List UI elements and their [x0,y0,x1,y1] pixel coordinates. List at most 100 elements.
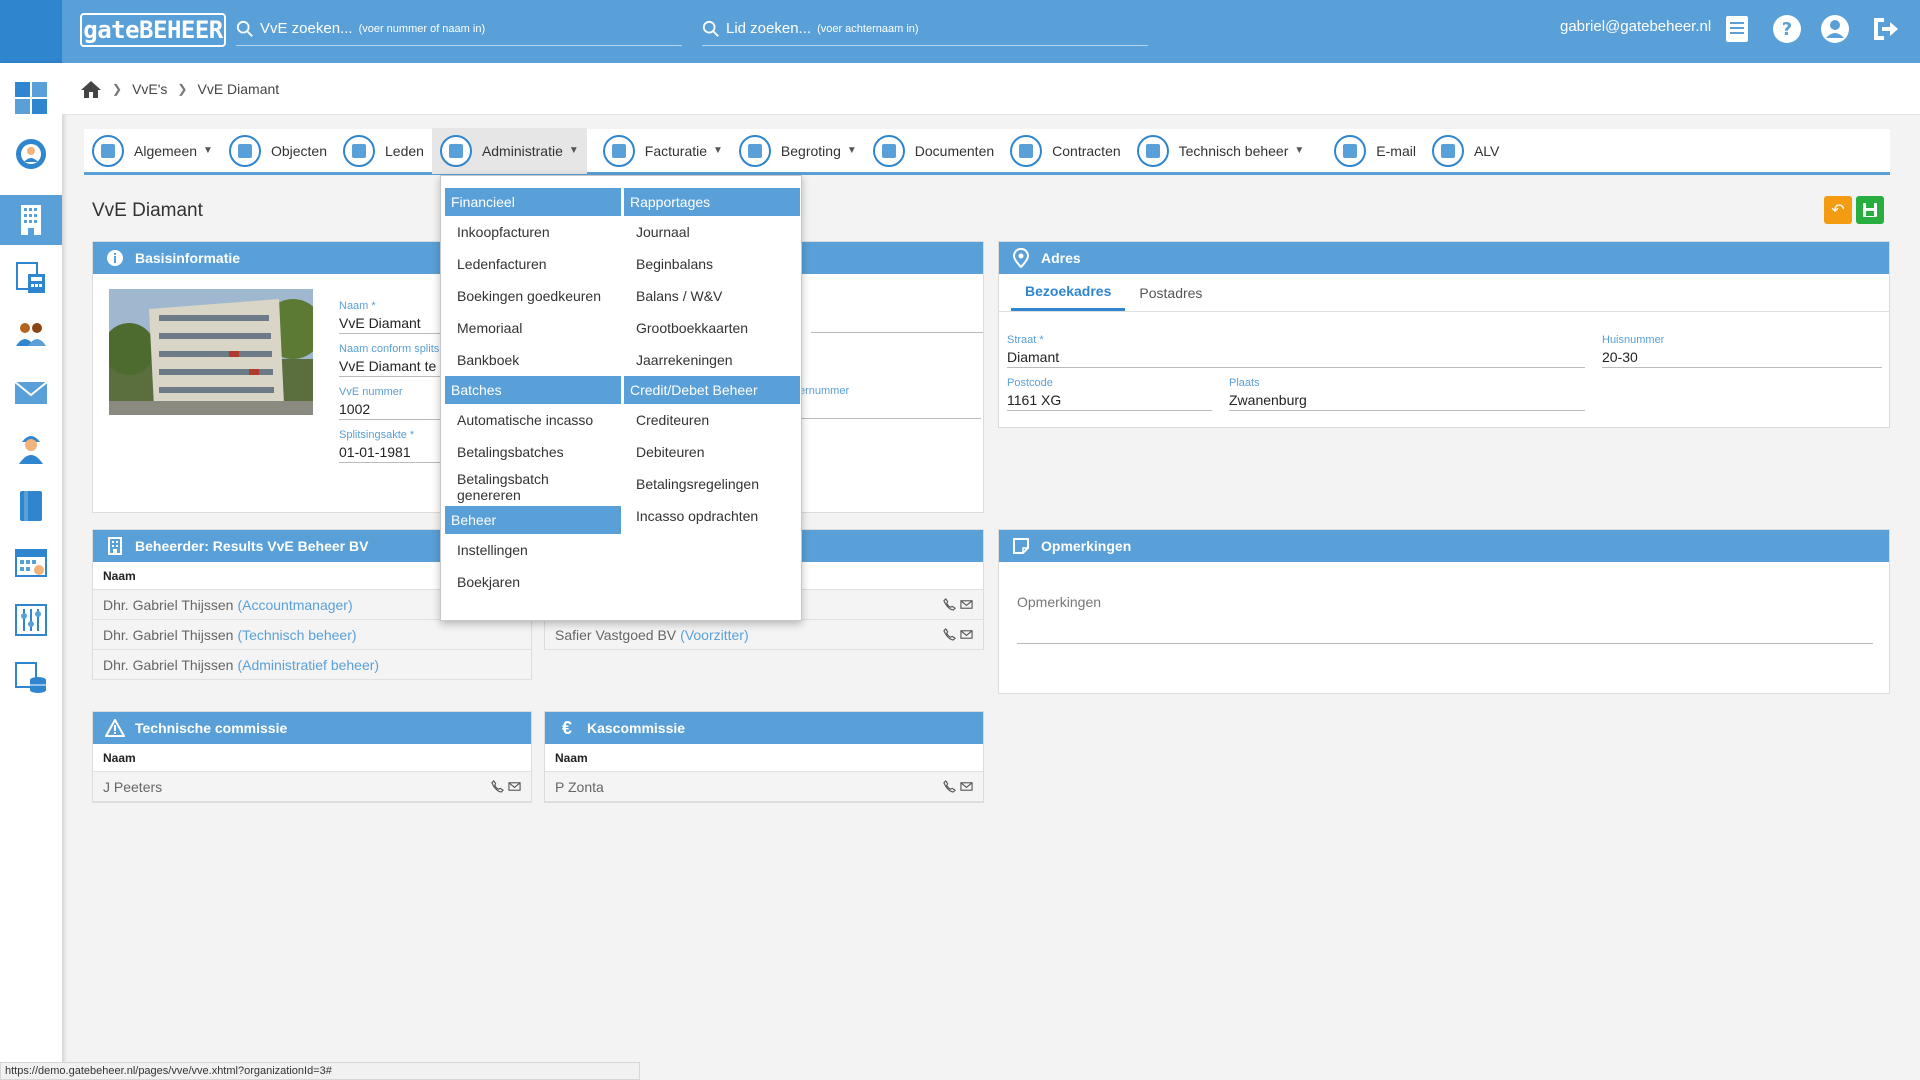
menu-item-betalingsbatches[interactable]: Betalingsbatches [445,436,621,468]
table-row[interactable]: Dhr. Gabriel Thijssen (Administratief beh… [93,650,531,680]
mail-icon[interactable] [960,780,973,793]
phone-icon[interactable] [491,780,504,793]
nav-documenten[interactable]: Documenten [865,128,1002,174]
nav-begroting[interactable]: Begroting ▼ [731,128,865,174]
nav-alv[interactable]: ALV [1424,128,1507,174]
mail-icon[interactable] [960,598,973,611]
breadcrumb-current[interactable]: VvE Diamant [197,81,279,97]
row-role[interactable]: (Accountmanager) [237,597,352,613]
logout-icon[interactable] [1868,12,1902,46]
menu-item-boekingen-goedkeuren[interactable]: Boekingen goedkeuren [445,280,621,312]
menu-item-automatische-incasso[interactable]: Automatische incasso [445,404,621,436]
breadcrumb-vves[interactable]: VvE's [132,81,167,97]
sidebar-item-administratie[interactable] [0,253,62,303]
vve-search-hint: (voer nummer of naam in) [358,22,486,35]
nav-contracten[interactable]: Contracten [1002,128,1128,174]
nav-leden[interactable]: Leden [335,128,432,174]
phone-icon[interactable] [943,780,956,793]
nav-facturatie[interactable]: Facturatie ▼ [595,128,731,174]
tab-postadres[interactable]: Postadres [1125,274,1216,311]
tab-bezoekadres[interactable]: Bezoekadres [1011,274,1126,311]
menu-item-inkoopfacturen[interactable]: Inkoopfacturen [445,216,621,248]
menu-item-boekjaren[interactable]: Boekjaren [445,566,621,598]
chevron-down-icon: ▼ [846,145,857,156]
nav-administratie[interactable]: Administratie ▼ [431,127,587,174]
menu-item-memoriaal[interactable]: Memoriaal [445,312,621,344]
lid-search-input[interactable]: Lid zoeken... (voer achternaam in) [702,12,1148,46]
nav-objecten[interactable]: Objecten [221,128,335,174]
mail-icon[interactable] [508,780,521,793]
home-icon[interactable] [80,79,102,99]
app-logo[interactable]: gateBEHEER [80,13,226,47]
vve-search-input[interactable]: VvE zoeken... (voer nummer of naam in) [236,12,682,46]
save-button[interactable] [1856,196,1884,224]
menu-item-instellingen[interactable]: Instellingen [445,534,621,566]
sidebar-item-vve[interactable] [0,195,62,245]
nav-algemeen[interactable]: Algemeen ▼ [84,128,221,174]
column-header-naam[interactable]: Naam [545,744,983,772]
menu-item-grootboekkaarten[interactable]: Grootboekkaarten [624,312,800,344]
panel-title: Technische commissie [135,720,288,736]
sidebar-item-documenten[interactable] [0,481,62,531]
sidebar-item-database[interactable] [0,653,62,703]
menu-item-betalingsregelingen[interactable]: Betalingsregelingen [624,468,800,500]
plaats-field[interactable]: Plaats Zwanenburg [1229,377,1585,411]
row-role[interactable]: (Administratief beheer) [237,657,379,673]
help-icon[interactable]: ? [1770,12,1804,46]
table-row[interactable]: Safier Vastgoed BV (Voorzitter) [545,620,983,650]
huisnummer-field[interactable]: Huisnummer 20-30 [1602,334,1882,368]
naam-field[interactable]: Naam * VvE Diamant [339,300,449,334]
panel-header: Adres [999,242,1889,274]
partial-field[interactable]: ernummer [799,385,981,419]
nav-label: Algemeen [134,142,198,159]
nav-email[interactable]: E-mail [1326,128,1424,174]
sidebar-item-leden[interactable] [0,309,62,359]
calculator-doc-icon [16,262,45,293]
row-role[interactable]: (Technisch beheer) [237,627,356,643]
chevron-down-icon: ▼ [1294,145,1305,156]
menu-item-incasso-opdrachten[interactable]: Incasso opdrachten [624,500,800,532]
row-name: P Zonta [555,778,604,795]
undo-icon: ↶ [1831,202,1845,219]
sidebar-item-settings[interactable] [0,129,62,179]
sidebar-item-dashboard[interactable] [0,73,62,123]
table-row[interactable]: J Peeters [93,772,531,802]
account-icon[interactable] [1818,12,1852,46]
menu-item-debiteuren[interactable]: Debiteuren [624,436,800,468]
phone-icon[interactable] [943,598,956,611]
naam-splits-field[interactable]: Naam conform splits VvE Diamant te Z [339,343,449,377]
column-header-naam[interactable]: Naam [93,744,531,772]
menu-item-beginbalans[interactable]: Beginbalans [624,248,800,280]
menu-item-crediteuren[interactable]: Crediteuren [624,404,800,436]
menu-item-betalingsbatch-genereren[interactable]: Betalingsbatch genereren [445,468,621,506]
nav-technisch-beheer[interactable]: Technisch beheer ▼ [1129,128,1313,174]
row-role[interactable]: (Voorzitter) [680,627,748,643]
chevron-down-icon: ▼ [203,145,213,156]
menu-item-balans-wv[interactable]: Balans / W&V [624,280,800,312]
field-label: VvE nummer [339,386,403,398]
envelope-icon [14,381,48,404]
mail-icon[interactable] [960,628,973,641]
sidebar-item-instellingen[interactable] [0,595,62,645]
postcode-field[interactable]: Postcode 1161 XG [1007,377,1212,411]
opmerkingen-textarea[interactable]: Opmerkingen [1017,594,1873,644]
vve-nummer-field[interactable]: VvE nummer 1002 [339,386,449,420]
objects-icon [228,134,261,167]
table-row[interactable]: Dhr. Gabriel Thijssen (Technisch beheer) [93,620,531,650]
straat-field[interactable]: Straat * Diamant [1007,334,1585,368]
menu-item-jaarrekeningen[interactable]: Jaarrekeningen [624,344,800,376]
menu-item-ledenfacturen[interactable]: Ledenfacturen [445,248,621,280]
menu-item-journaal[interactable]: Journaal [624,216,800,248]
chevron-down-icon: ▼ [568,145,579,156]
sidebar-item-technisch[interactable] [0,423,62,473]
splitsingsakte-field[interactable]: Splitsingsakte * 01-01-1981 [339,429,449,463]
manual-book-icon[interactable] [1720,12,1754,46]
phone-icon[interactable] [943,628,956,641]
sidebar-item-agenda[interactable] [0,537,62,587]
user-email[interactable]: gabriel@gatebeheer.nl [1560,18,1711,35]
table-row[interactable]: P Zonta [545,772,983,802]
sidebar-item-email[interactable] [0,367,62,417]
database-doc-icon [15,662,46,693]
menu-item-bankboek[interactable]: Bankboek [445,344,621,376]
undo-button[interactable]: ↶ [1824,196,1852,224]
